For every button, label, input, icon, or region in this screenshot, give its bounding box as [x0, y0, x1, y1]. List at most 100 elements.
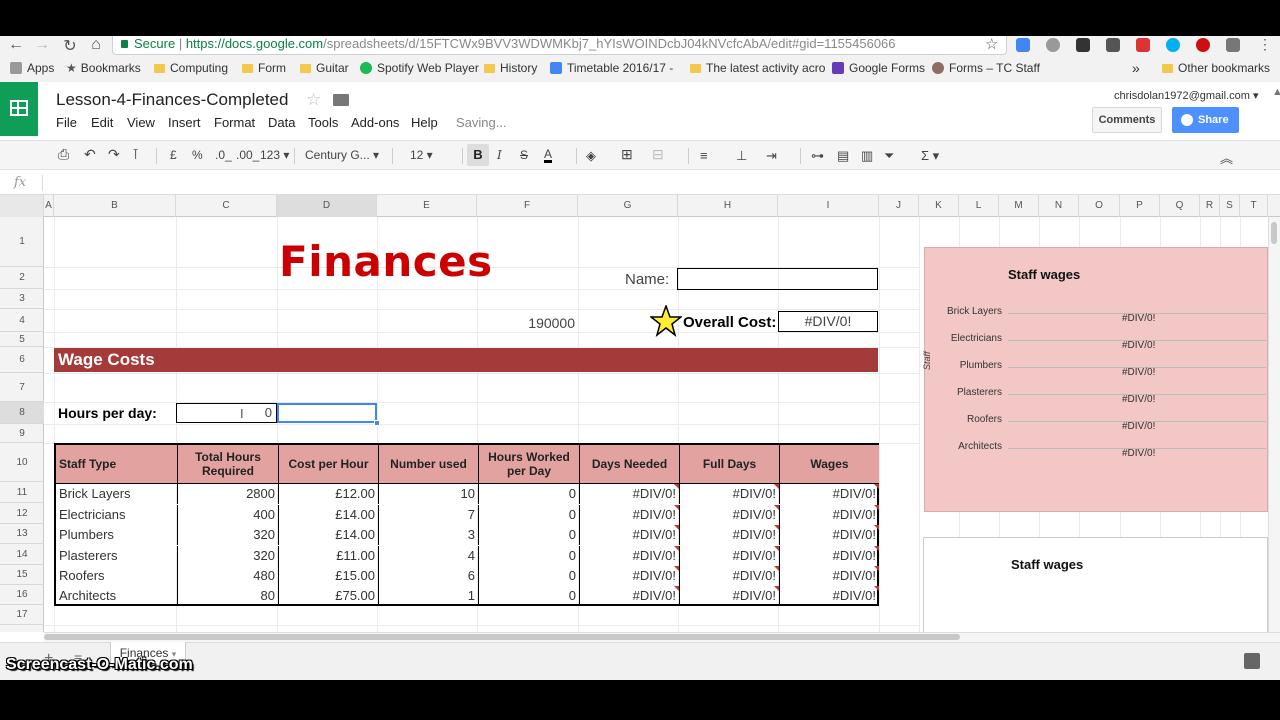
- chrome-menu-icon[interactable]: ⋮: [1258, 36, 1272, 53]
- table-cell[interactable]: 2800: [178, 484, 279, 504]
- row-header[interactable]: 13: [0, 524, 44, 544]
- row-header[interactable]: 8: [0, 402, 44, 424]
- table-cell[interactable]: #DIV/0!: [780, 484, 879, 504]
- filter-icon[interactable]: ⏷: [884, 148, 894, 164]
- column-header[interactable]: C: [176, 195, 277, 217]
- column-header[interactable]: K: [919, 195, 959, 217]
- merge-cells-icon[interactable]: ⊟: [652, 146, 664, 163]
- table-cell[interactable]: 400: [178, 505, 279, 525]
- table-cell[interactable]: 480: [178, 566, 279, 586]
- column-header[interactable]: H: [678, 195, 778, 217]
- menu-view[interactable]: View: [127, 115, 155, 130]
- paint-format-icon[interactable]: ⊺: [132, 146, 139, 163]
- bookmark-star-icon[interactable]: ☆: [985, 35, 998, 53]
- table-cell[interactable]: #DIV/0!: [580, 484, 680, 504]
- budget-cell[interactable]: 190000: [500, 315, 575, 331]
- row-header[interactable]: 1: [0, 217, 44, 267]
- bookmark-bookmarks[interactable]: ★ Bookmarks: [66, 58, 141, 78]
- column-header[interactable]: G: [578, 195, 678, 217]
- print-icon[interactable]: ⎙: [58, 146, 69, 163]
- table-cell[interactable]: 0: [479, 505, 580, 525]
- staff-wages-chart-2[interactable]: [923, 537, 1268, 637]
- row-header[interactable]: 7: [0, 373, 44, 402]
- column-header[interactable]: Q: [1160, 195, 1200, 217]
- comments-button[interactable]: Comments: [1092, 107, 1162, 133]
- menu-addons[interactable]: Add-ons: [351, 115, 399, 130]
- table-cell[interactable]: Plasterers: [56, 546, 178, 566]
- menu-format[interactable]: Format: [214, 115, 255, 130]
- bookmark-other[interactable]: Other bookmarks: [1162, 58, 1270, 78]
- bookmark-apps[interactable]: Apps: [10, 58, 54, 78]
- row-header[interactable]: 4: [0, 309, 44, 332]
- column-header[interactable]: A: [44, 195, 54, 217]
- table-cell[interactable]: #DIV/0!: [680, 505, 780, 525]
- bookmark-forms-tc-staff[interactable]: Forms – TC Staff: [932, 58, 1040, 78]
- menu-edit[interactable]: Edit: [91, 115, 113, 130]
- insert-comment-icon[interactable]: ▤: [837, 148, 849, 164]
- skype-icon[interactable]: [1166, 38, 1180, 52]
- borders-icon[interactable]: ⊞: [621, 146, 633, 163]
- horizontal-align-icon[interactable]: ≡: [700, 148, 708, 163]
- table-cell[interactable]: £12.00: [279, 484, 379, 504]
- table-cell[interactable]: £75.00: [279, 586, 379, 606]
- selected-cell[interactable]: [277, 403, 377, 423]
- column-header[interactable]: I: [778, 195, 879, 217]
- menu-help[interactable]: Help: [411, 115, 438, 130]
- row-header[interactable]: 6: [0, 347, 44, 373]
- forward-icon[interactable]: →: [32, 36, 52, 54]
- extension-icon[interactable]: [1076, 38, 1090, 52]
- star-document-icon[interactable]: ☆: [306, 90, 321, 110]
- row-header[interactable]: 9: [0, 424, 44, 443]
- table-cell[interactable]: 80: [178, 586, 279, 606]
- bookmark-spotify[interactable]: Spotify Web Player: [360, 58, 479, 78]
- sheets-logo-icon[interactable]: [0, 82, 38, 136]
- table-header[interactable]: Hours Worked per Day: [479, 445, 580, 484]
- column-header[interactable]: S: [1220, 195, 1240, 217]
- sheet-heading[interactable]: Finances: [279, 237, 493, 286]
- table-header[interactable]: Full Days: [680, 445, 780, 484]
- fill-color-icon[interactable]: ◈: [586, 148, 596, 164]
- table-header[interactable]: Cost per Hour: [279, 445, 379, 484]
- table-cell[interactable]: #DIV/0!: [680, 484, 780, 504]
- overall-cost-value[interactable]: #DIV/0!: [778, 311, 878, 332]
- scroll-up-icon[interactable]: ▲: [1272, 86, 1280, 98]
- undo-icon[interactable]: ↶: [84, 146, 96, 163]
- table-cell[interactable]: #DIV/0!: [580, 586, 680, 606]
- move-folder-icon[interactable]: [333, 94, 349, 106]
- table-cell[interactable]: 320: [178, 546, 279, 566]
- home-icon[interactable]: ⌂: [86, 36, 106, 54]
- column-header[interactable]: L: [959, 195, 999, 217]
- decrease-decimal-button[interactable]: .0_: [215, 148, 232, 162]
- redo-icon[interactable]: ↷: [108, 146, 120, 163]
- table-cell[interactable]: Roofers: [56, 566, 178, 586]
- collapse-toolbar-icon[interactable]: ︽: [1220, 148, 1233, 167]
- row-header[interactable]: 17: [0, 605, 44, 625]
- percent-format-button[interactable]: %: [192, 148, 203, 162]
- column-header[interactable]: J: [879, 195, 919, 217]
- table-cell[interactable]: 0: [479, 566, 580, 586]
- more-formats-dropdown[interactable]: 123 ▾: [260, 148, 289, 162]
- reload-icon[interactable]: ↻: [60, 36, 80, 56]
- column-header[interactable]: E: [377, 195, 477, 217]
- table-cell[interactable]: £14.00: [279, 525, 379, 545]
- functions-button[interactable]: Σ ▾: [921, 148, 939, 164]
- row-header[interactable]: 3: [0, 289, 44, 309]
- table-cell[interactable]: 7: [379, 505, 479, 525]
- extension-icon[interactable]: [1016, 38, 1030, 52]
- table-cell[interactable]: #DIV/0!: [580, 525, 680, 545]
- table-cell[interactable]: 0: [479, 525, 580, 545]
- extension-icon[interactable]: [1046, 38, 1060, 52]
- vertical-scrollbar[interactable]: [1268, 217, 1280, 632]
- table-header[interactable]: Number used: [379, 445, 479, 484]
- extension-icon[interactable]: [1136, 38, 1150, 52]
- bookmark-latest-activity[interactable]: The latest activity acro: [690, 58, 825, 78]
- row-header[interactable]: 15: [0, 565, 44, 585]
- table-header[interactable]: Staff Type: [56, 445, 178, 484]
- select-all-corner[interactable]: [0, 195, 44, 217]
- table-cell[interactable]: 320: [178, 525, 279, 545]
- bookmark-google-forms[interactable]: Google Forms: [832, 58, 925, 78]
- table-cell[interactable]: Architects: [56, 586, 178, 606]
- table-cell[interactable]: #DIV/0!: [780, 505, 879, 525]
- bookmark-guitar[interactable]: Guitar: [300, 58, 349, 78]
- menu-file[interactable]: File: [56, 115, 77, 130]
